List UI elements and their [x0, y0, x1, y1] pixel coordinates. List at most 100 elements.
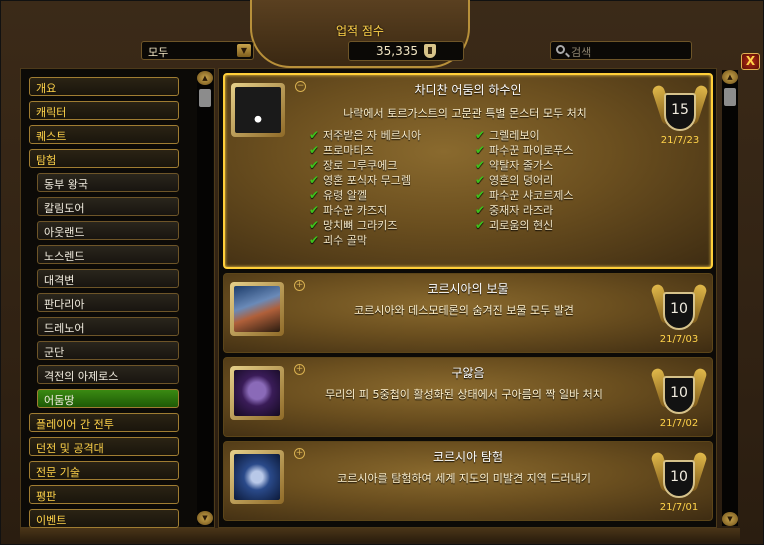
points-value: 10 — [663, 460, 695, 498]
sidebar-item[interactable]: 던전 및 공격대 — [29, 437, 179, 456]
criteria-item: ✔ 망치뼈 그라키즈 — [309, 217, 421, 232]
achievement-title: 구앓음 — [451, 366, 485, 380]
criteria-label: 그렐레보이 — [489, 128, 540, 142]
list-scroll-thumb[interactable] — [724, 88, 736, 106]
criteria-item: ✔ 프로마티즈 — [309, 142, 421, 157]
criteria-label: 프로마티즈 — [323, 143, 374, 157]
criteria-column-right: ✔ 그렐레보이 ✔ 파수꾼 파이로푸스 ✔ 약탈자 줄가스 ✔ 영혼의 덩어리 ✔ 파수꾼 샤코르… — [475, 127, 573, 232]
bottom-border — [20, 528, 740, 542]
sidebar-item[interactable]: 이벤트 — [29, 509, 179, 528]
sidebar-scroll-thumb[interactable] — [199, 89, 211, 107]
filter-dropdown[interactable]: 모두 ▼ — [141, 41, 254, 60]
checkmark-icon: ✔ — [309, 127, 320, 142]
checkmark-icon: ✔ — [475, 202, 486, 217]
sidebar-item[interactable]: 판다리아 — [37, 293, 179, 312]
points-value: 10 — [663, 292, 695, 330]
sidebar-item[interactable]: 동부 왕국 — [37, 173, 179, 192]
criteria-item: ✔ 저주받은 자 베르시아 — [309, 127, 421, 142]
criteria-label: 괴로움의 현신 — [489, 218, 554, 232]
achievement-card[interactable]: + 코르시아 탐험 코르시아를 탐험하여 세계 지도의 미발견 지역 드러내기 … — [223, 441, 713, 521]
sidebar-scrollbar[interactable]: ▲ ▼ — [197, 71, 213, 525]
checkmark-icon: ✔ — [309, 232, 320, 247]
criteria-item: ✔ 파수꾼 카즈지 — [309, 202, 421, 217]
scroll-up-icon[interactable]: ▲ — [722, 70, 738, 84]
category-sidebar: 개요캐릭터퀘스트탐험동부 왕국칼림도어아웃랜드노스렌드대격변판다리아드레노어군단… — [20, 68, 215, 528]
achievement-points-badge: 15 — [651, 84, 709, 139]
sidebar-item[interactable]: 평판 — [29, 485, 179, 504]
sidebar-item[interactable]: 개요 — [29, 77, 179, 96]
sidebar-item[interactable]: 드레노어 — [37, 317, 179, 336]
checkmark-icon: ✔ — [309, 217, 320, 232]
checkmark-icon: ✔ — [475, 157, 486, 172]
achievement-points-badge: 10 — [650, 367, 708, 422]
checkmark-icon: ✔ — [475, 187, 486, 202]
achievement-icon — [230, 366, 284, 420]
achievement-icon — [230, 450, 284, 504]
checkmark-icon: ✔ — [475, 172, 486, 187]
criteria-label: 파수꾼 파이로푸스 — [489, 143, 574, 157]
score-label: 업적 점수 — [336, 24, 384, 38]
filter-value: 모두 — [148, 46, 169, 59]
checkmark-icon: ✔ — [309, 202, 320, 217]
sidebar-item[interactable]: 대격변 — [37, 269, 179, 288]
achievement-description: 코르시아를 탐험하여 세계 지도의 미발견 지역 드러내기 — [337, 472, 591, 485]
scroll-down-icon[interactable]: ▼ — [722, 512, 738, 526]
achievement-icon — [231, 83, 285, 137]
criteria-label: 저주받은 자 베르시아 — [323, 128, 422, 142]
criteria-item: ✔ 유령 알껠 — [309, 187, 421, 202]
criteria-label: 영혼의 덩어리 — [489, 173, 554, 187]
sidebar-item[interactable]: 탐험 — [29, 149, 179, 168]
achievement-points-badge: 10 — [650, 283, 708, 338]
sidebar-item[interactable]: 어둠땅 — [37, 389, 179, 408]
criteria-label: 파수꾼 카즈지 — [323, 203, 388, 217]
checkmark-icon: ✔ — [309, 142, 320, 157]
criteria-label: 약탈자 줄가스 — [489, 158, 554, 172]
criteria-label: 괴수 골막 — [323, 233, 367, 247]
achievement-description: 나락에서 토르가스트의 고문관 특별 몬스터 모두 처치 — [343, 107, 587, 120]
shield-icon — [424, 44, 436, 58]
scroll-up-icon[interactable]: ▲ — [197, 71, 213, 85]
points-value: 15 — [664, 93, 696, 131]
criteria-item: ✔ 약탈자 줄가스 — [475, 157, 573, 172]
list-scrollbar[interactable]: ▲ ▼ — [722, 70, 738, 526]
criteria-item: ✔ 중재자 라즈라 — [475, 202, 573, 217]
sidebar-item[interactable]: 퀘스트 — [29, 125, 179, 144]
close-button[interactable]: X — [741, 53, 760, 70]
points-value: 10 — [663, 376, 695, 414]
completion-date: 21/7/02 — [659, 418, 699, 429]
sidebar-item[interactable]: 노스렌드 — [37, 245, 179, 264]
sidebar-item[interactable]: 아웃랜드 — [37, 221, 179, 240]
criteria-label: 망치뼈 그라키즈 — [323, 218, 398, 232]
checkmark-icon: ✔ — [475, 217, 486, 232]
criteria-label: 파수꾼 샤코르제스 — [489, 188, 574, 202]
achievement-icon — [230, 282, 284, 336]
search-input[interactable]: 검색 — [550, 41, 692, 60]
completion-date: 21/7/23 — [660, 135, 700, 146]
criteria-item: ✔ 영혼의 덩어리 — [475, 172, 573, 187]
criteria-item: ✔ 영혼 포식자 무그렘 — [309, 172, 421, 187]
criteria-label: 중재자 라즈라 — [489, 203, 554, 217]
sidebar-item[interactable]: 칼림도어 — [37, 197, 179, 216]
achievement-card[interactable]: + 구앓음 무리의 피 5중첩이 활성화된 상태에서 구아름의 짝 일바 처치 … — [223, 357, 713, 437]
achievement-title: 차디찬 어둠의 하수인 — [414, 83, 522, 97]
checkmark-icon: ✔ — [309, 172, 320, 187]
sidebar-item[interactable]: 플레이어 간 전투 — [29, 413, 179, 432]
sidebar-item[interactable]: 전문 기술 — [29, 461, 179, 480]
criteria-column-left: ✔ 저주받은 자 베르시아 ✔ 프로마티즈 ✔ 장로 그루쿠에크 ✔ 영혼 포식자 무그렘 ✔ 유… — [309, 127, 421, 247]
achievement-points-badge: 10 — [650, 451, 708, 506]
scroll-down-icon[interactable]: ▼ — [197, 511, 213, 525]
score-value: 35,335 — [376, 44, 418, 58]
sidebar-item[interactable]: 캐릭터 — [29, 101, 179, 120]
sidebar-item[interactable]: 군단 — [37, 341, 179, 360]
checkmark-icon: ✔ — [475, 142, 486, 157]
achievement-card[interactable]: − 차디찬 어둠의 하수인 나락에서 토르가스트의 고문관 특별 몬스터 모두 … — [223, 73, 713, 269]
achievement-card[interactable]: + 코르시아의 보물 코르시아와 데스모테론의 숨겨진 보물 모두 발견 10 … — [223, 273, 713, 353]
sidebar-item[interactable]: 격전의 아제로스 — [37, 365, 179, 384]
search-icon — [556, 45, 565, 54]
chevron-down-icon[interactable]: ▼ — [237, 44, 251, 57]
criteria-item: ✔ 괴로움의 현신 — [475, 217, 573, 232]
criteria-item: ✔ 그렐레보이 — [475, 127, 573, 142]
achievement-title: 코르시아의 보물 — [427, 282, 509, 296]
completion-date: 21/7/03 — [659, 334, 699, 345]
criteria-label: 영혼 포식자 무그렘 — [323, 173, 411, 187]
